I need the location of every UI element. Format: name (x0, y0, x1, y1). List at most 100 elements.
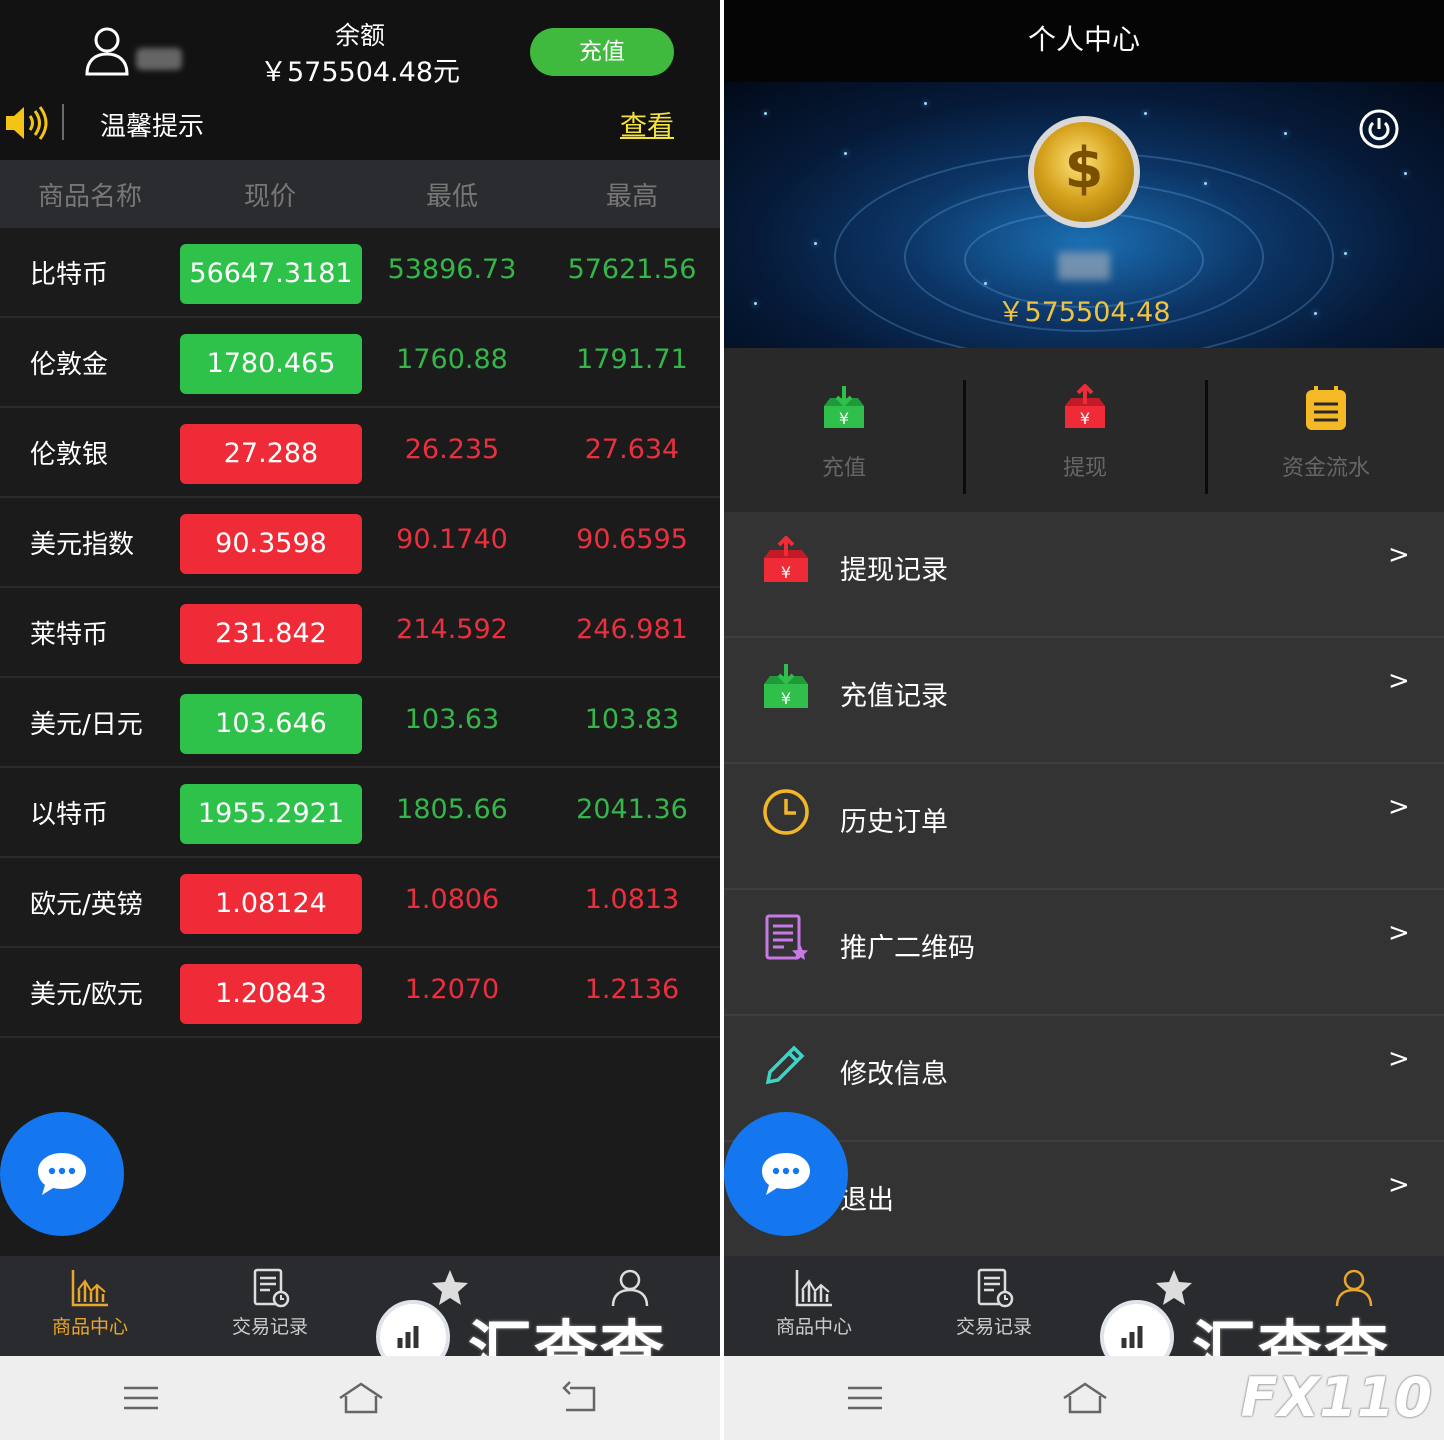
quick-label: 充值 (821, 456, 866, 481)
table-row[interactable]: 美元/日元 103.646 103.63 103.83 (0, 678, 720, 768)
high-price: 1.0813 (584, 884, 680, 915)
avatar[interactable]: $ (1028, 116, 1140, 228)
receipt-clock-icon (253, 1268, 290, 1308)
withdraw-icon: ¥ (764, 536, 808, 582)
quick-withdraw-button[interactable]: ¥ 提现 (965, 384, 1205, 504)
recharge-icon: ¥ (764, 664, 808, 708)
banner-star (844, 152, 847, 155)
current-price: 1.08124 (180, 874, 362, 934)
chevron-right-icon: > (1388, 1170, 1410, 1200)
high-price: 57621.56 (567, 254, 697, 285)
column-header-high: 最高 (605, 182, 658, 212)
notice-view-link[interactable]: 查看 (620, 104, 674, 143)
banner-star (1284, 132, 1287, 135)
home-icon[interactable] (1060, 1378, 1110, 1418)
pencil-icon (765, 1045, 805, 1085)
current-price: 103.646 (180, 694, 362, 754)
menu-item-history-orders[interactable]: 历史订单 > (724, 764, 1444, 890)
quick-label: 提现 (1062, 456, 1107, 481)
svg-text:¥: ¥ (781, 689, 791, 708)
table-row[interactable]: 莱特币 231.842 214.592 246.981 (0, 588, 720, 678)
menu-label: 推广二维码 (840, 933, 975, 964)
menu-label: 充值记录 (840, 681, 948, 712)
banner-star (764, 112, 767, 115)
tab-label: 商品中心 (775, 1316, 852, 1338)
high-price: 2041.36 (576, 794, 688, 825)
svg-text:¥: ¥ (781, 563, 791, 582)
menu-icon[interactable] (116, 1378, 166, 1418)
power-icon[interactable] (1358, 108, 1400, 150)
low-price: 1.2070 (404, 974, 500, 1005)
user-icon[interactable] (84, 26, 130, 76)
chat-bubble-icon (762, 1153, 810, 1195)
high-price: 246.981 (576, 614, 688, 645)
market-screen: 余额 ￥575504.48元 充值 温馨提示 查看 商品名称 现价 最低 最高 … (0, 0, 720, 1440)
chat-button[interactable] (0, 1112, 124, 1236)
low-price: 90.1740 (396, 524, 508, 555)
low-price: 103.63 (404, 704, 500, 735)
table-row[interactable]: 欧元/英镑 1.08124 1.0806 1.0813 (0, 858, 720, 948)
tab-goods-center[interactable]: 商品中心 (0, 1256, 180, 1356)
table-row[interactable]: 伦敦金 1780.465 1760.88 1791.71 (0, 318, 720, 408)
home-icon[interactable] (336, 1378, 386, 1418)
tab-label: 商品中心 (51, 1316, 128, 1338)
current-price: 1.20843 (180, 964, 362, 1024)
menu-icon[interactable] (840, 1378, 890, 1418)
withdraw-icon: ¥ (1065, 384, 1105, 428)
high-price: 103.83 (584, 704, 680, 735)
chevron-right-icon: > (1388, 540, 1410, 570)
clock-icon (763, 789, 809, 835)
menu-label: 退出 (840, 1185, 894, 1216)
low-price: 1760.88 (396, 344, 508, 375)
quick-fund-flow-button[interactable]: 资金流水 (1206, 384, 1444, 504)
chat-button[interactable] (724, 1112, 848, 1236)
high-price: 90.6595 (576, 524, 688, 555)
column-header-name: 商品名称 (37, 182, 142, 212)
product-name: 以特币 (30, 800, 109, 830)
page-title: 个人中心 (724, 0, 1444, 82)
tab-label: 交易记录 (955, 1316, 1032, 1338)
table-row[interactable]: 比特币 56647.3181 53896.73 57621.56 (0, 228, 720, 318)
back-icon[interactable] (556, 1378, 606, 1418)
menu-item-recharge-records[interactable]: ¥ 充值记录 > (724, 638, 1444, 764)
speaker-icon (6, 106, 48, 140)
menu-item-edit-info[interactable]: 修改信息 > (724, 1016, 1444, 1142)
menu-item-promo-qrcode[interactable]: 推广二维码 > (724, 890, 1444, 1016)
chevron-right-icon: > (1388, 918, 1410, 948)
bar-chart-icon (795, 1270, 832, 1307)
profile-screen: 个人中心 $ ￥575504.48 ¥ 充值 ¥ 提现 资金流水 ¥ 提现记录 … (724, 0, 1444, 1440)
tab-goods-center[interactable]: 商品中心 (724, 1256, 904, 1356)
high-price: 1791.71 (576, 344, 688, 375)
column-header-low: 最低 (425, 182, 478, 212)
market-table: 比特币 56647.3181 53896.73 57621.56 伦敦金 178… (0, 228, 720, 1038)
product-name: 伦敦银 (30, 440, 109, 470)
svg-text:¥: ¥ (839, 409, 849, 428)
banner-star (1144, 112, 1147, 115)
tab-trade-records[interactable]: 交易记录 (180, 1256, 360, 1356)
account-header: 余额 ￥575504.48元 充值 温馨提示 查看 (0, 0, 720, 160)
product-name: 伦敦金 (30, 350, 109, 380)
table-row[interactable]: 美元指数 90.3598 90.1740 90.6595 (0, 498, 720, 588)
tab-trade-records[interactable]: 交易记录 (904, 1256, 1084, 1356)
notice-divider (62, 104, 64, 140)
product-name: 比特币 (30, 260, 109, 290)
low-price: 1805.66 (396, 794, 508, 825)
tab-label: 交易记录 (231, 1316, 308, 1338)
table-row[interactable]: 伦敦银 27.288 26.235 27.634 (0, 408, 720, 498)
table-row[interactable]: 以特币 1955.2921 1805.66 2041.36 (0, 768, 720, 858)
document-star-icon (765, 914, 808, 960)
high-price: 1.2136 (584, 974, 680, 1005)
current-price: 90.3598 (180, 514, 362, 574)
menu-label: 修改信息 (840, 1059, 948, 1090)
menu-item-withdraw-records[interactable]: ¥ 提现记录 > (724, 512, 1444, 638)
table-row[interactable]: 美元/欧元 1.20843 1.2070 1.2136 (0, 948, 720, 1038)
recharge-button[interactable]: 充值 (530, 28, 674, 76)
masked-username (136, 48, 182, 70)
quick-recharge-button[interactable]: ¥ 充值 (724, 384, 964, 504)
watermark-site: FX110网 (1240, 1366, 1432, 1429)
column-header-price: 现价 (243, 182, 296, 212)
product-name: 美元/欧元 (30, 980, 143, 1010)
low-price: 53896.73 (387, 254, 517, 285)
quick-actions: ¥ 充值 ¥ 提现 资金流水 (724, 348, 1444, 512)
chevron-right-icon: > (1388, 666, 1410, 696)
